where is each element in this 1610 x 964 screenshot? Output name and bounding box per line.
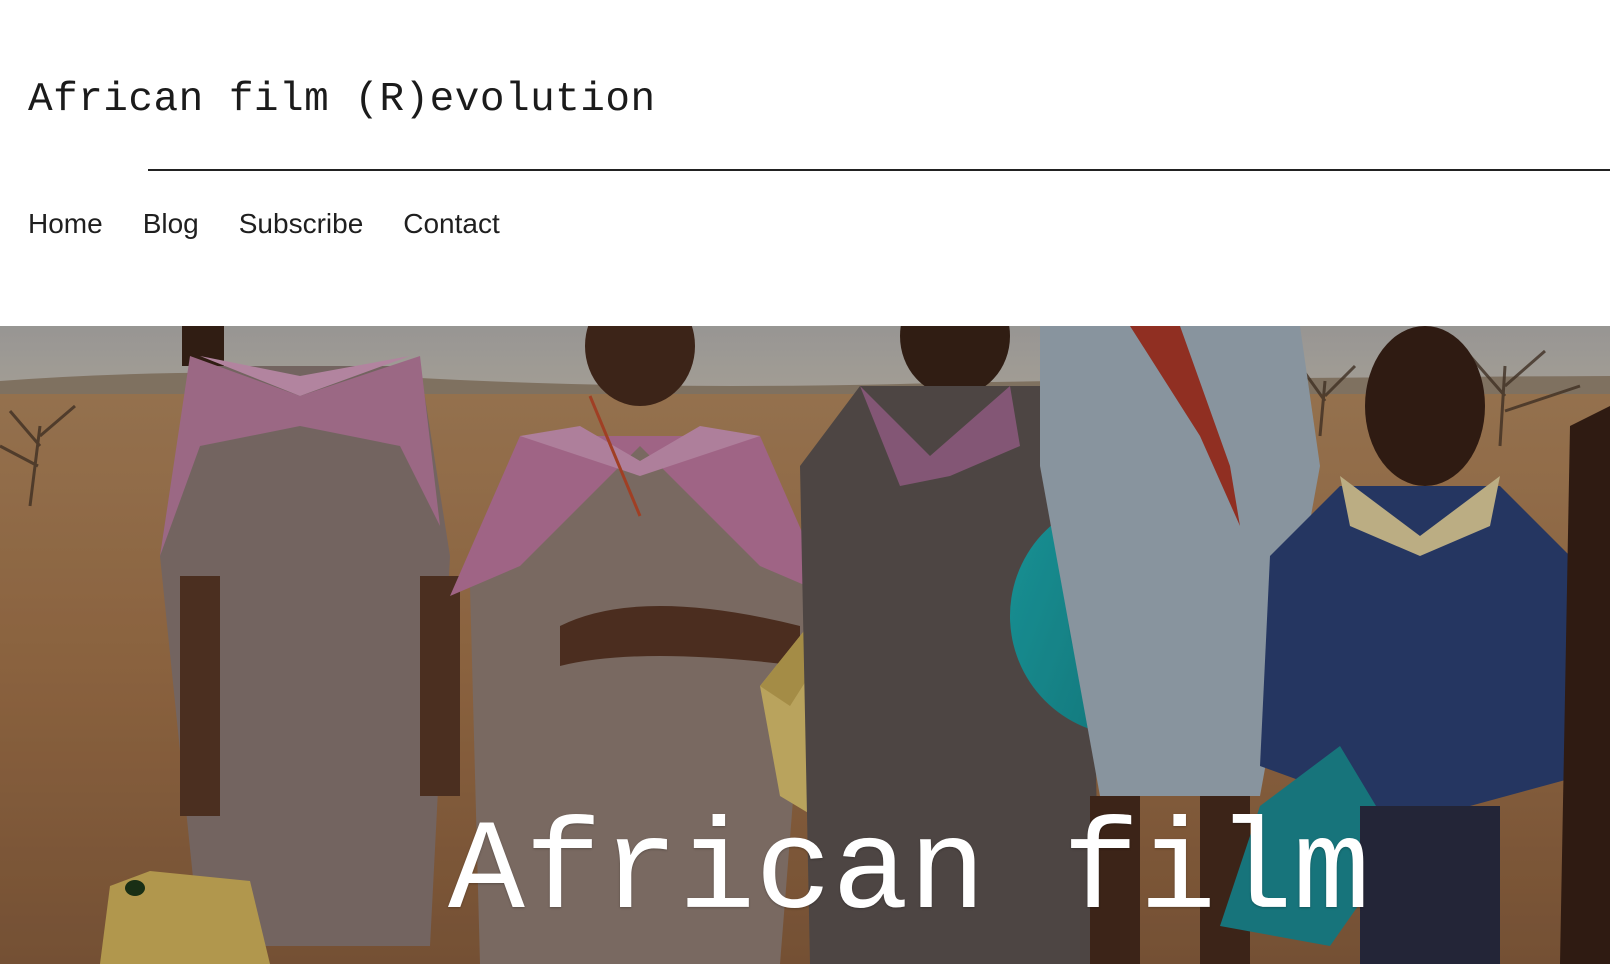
hero-heading: African film [448,801,1370,946]
nav-link-blog[interactable]: Blog [143,204,199,244]
page: African film (R)evolution Home Blog Subs… [0,0,1610,964]
hero-banner: African film [0,326,1610,964]
site-title[interactable]: African film (R)evolution [28,76,656,124]
nav-link-contact[interactable]: Contact [403,204,500,244]
header-divider [148,169,1610,171]
main-nav: Home Blog Subscribe Contact [28,204,500,244]
nav-link-home[interactable]: Home [28,204,103,244]
nav-link-subscribe[interactable]: Subscribe [239,204,364,244]
